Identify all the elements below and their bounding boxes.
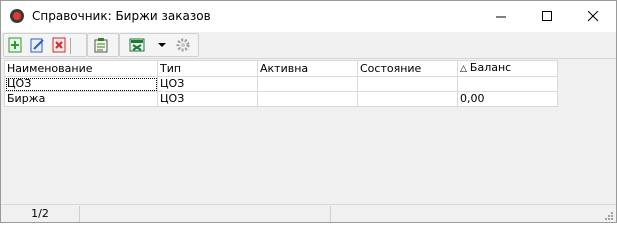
excel-export-icon bbox=[129, 38, 145, 52]
close-icon bbox=[588, 11, 599, 22]
settings-button[interactable] bbox=[174, 36, 192, 54]
toolbar-group-edit bbox=[3, 33, 87, 57]
page-counter: 1/2 bbox=[1, 206, 80, 222]
window-title: Справочник: Биржи заказов bbox=[32, 9, 211, 23]
maximize-button[interactable] bbox=[524, 1, 570, 32]
table-cell[interactable] bbox=[257, 76, 358, 92]
maximize-icon bbox=[542, 11, 552, 21]
resize-grip-icon[interactable] bbox=[604, 211, 614, 221]
toolbar-group-properties bbox=[87, 33, 119, 57]
table-cell[interactable]: Биржа bbox=[4, 91, 158, 107]
column-header-balance[interactable]: △ Баланс bbox=[457, 60, 558, 77]
header-row: Наименование Тип Активна Состояние △ Бала… bbox=[4, 60, 558, 77]
grid-area: Наименование Тип Активна Состояние △ Бала… bbox=[3, 59, 614, 202]
status-bar: 1/2 bbox=[1, 204, 616, 222]
close-button[interactable] bbox=[570, 1, 616, 32]
status-panel bbox=[80, 206, 331, 222]
dropdown-arrow-icon bbox=[158, 43, 166, 47]
table-cell[interactable] bbox=[457, 76, 558, 92]
column-header-type[interactable]: Тип bbox=[157, 60, 258, 77]
table-cell[interactable] bbox=[357, 76, 458, 92]
table-cell[interactable]: ЦОЗ bbox=[157, 91, 258, 107]
column-header-balance-label: Баланс bbox=[469, 61, 512, 75]
toolbar-group-export bbox=[119, 33, 199, 57]
export-dropdown-button[interactable] bbox=[156, 36, 168, 54]
minimize-button[interactable] bbox=[478, 1, 524, 32]
app-icon[interactable] bbox=[10, 9, 24, 23]
add-button[interactable] bbox=[6, 36, 24, 54]
toolbar-separator bbox=[70, 38, 71, 54]
edit-icon bbox=[30, 38, 44, 53]
delete-button[interactable] bbox=[50, 36, 68, 54]
properties-icon bbox=[94, 38, 108, 53]
table-cell[interactable] bbox=[357, 91, 458, 107]
gear-icon bbox=[176, 38, 190, 52]
table-row[interactable]: Биржа ЦОЗ 0,00 bbox=[4, 91, 558, 107]
table-row[interactable]: ЦОЗ ЦОЗ bbox=[4, 76, 558, 92]
excel-export-button[interactable] bbox=[128, 36, 146, 54]
edit-button[interactable] bbox=[28, 36, 46, 54]
table-cell[interactable] bbox=[257, 91, 358, 107]
add-icon bbox=[8, 37, 22, 53]
window: Справочник: Биржи заказов Наименование Т… bbox=[0, 0, 617, 223]
toolbar bbox=[1, 32, 616, 59]
table-cell[interactable]: ЦОЗ bbox=[157, 76, 258, 92]
properties-button[interactable] bbox=[92, 36, 110, 54]
data-grid: Наименование Тип Активна Состояние △ Бала… bbox=[4, 60, 558, 107]
table-cell[interactable]: 0,00 bbox=[457, 91, 558, 107]
delete-icon bbox=[52, 37, 66, 53]
column-header-state[interactable]: Состояние bbox=[357, 60, 458, 77]
column-header-active[interactable]: Активна bbox=[257, 60, 358, 77]
table-cell[interactable]: ЦОЗ bbox=[4, 76, 158, 92]
minimize-icon bbox=[496, 16, 506, 18]
title-bar: Справочник: Биржи заказов bbox=[1, 1, 616, 32]
column-header-name[interactable]: Наименование bbox=[4, 60, 158, 77]
sort-ascending-icon: △ bbox=[460, 64, 467, 74]
